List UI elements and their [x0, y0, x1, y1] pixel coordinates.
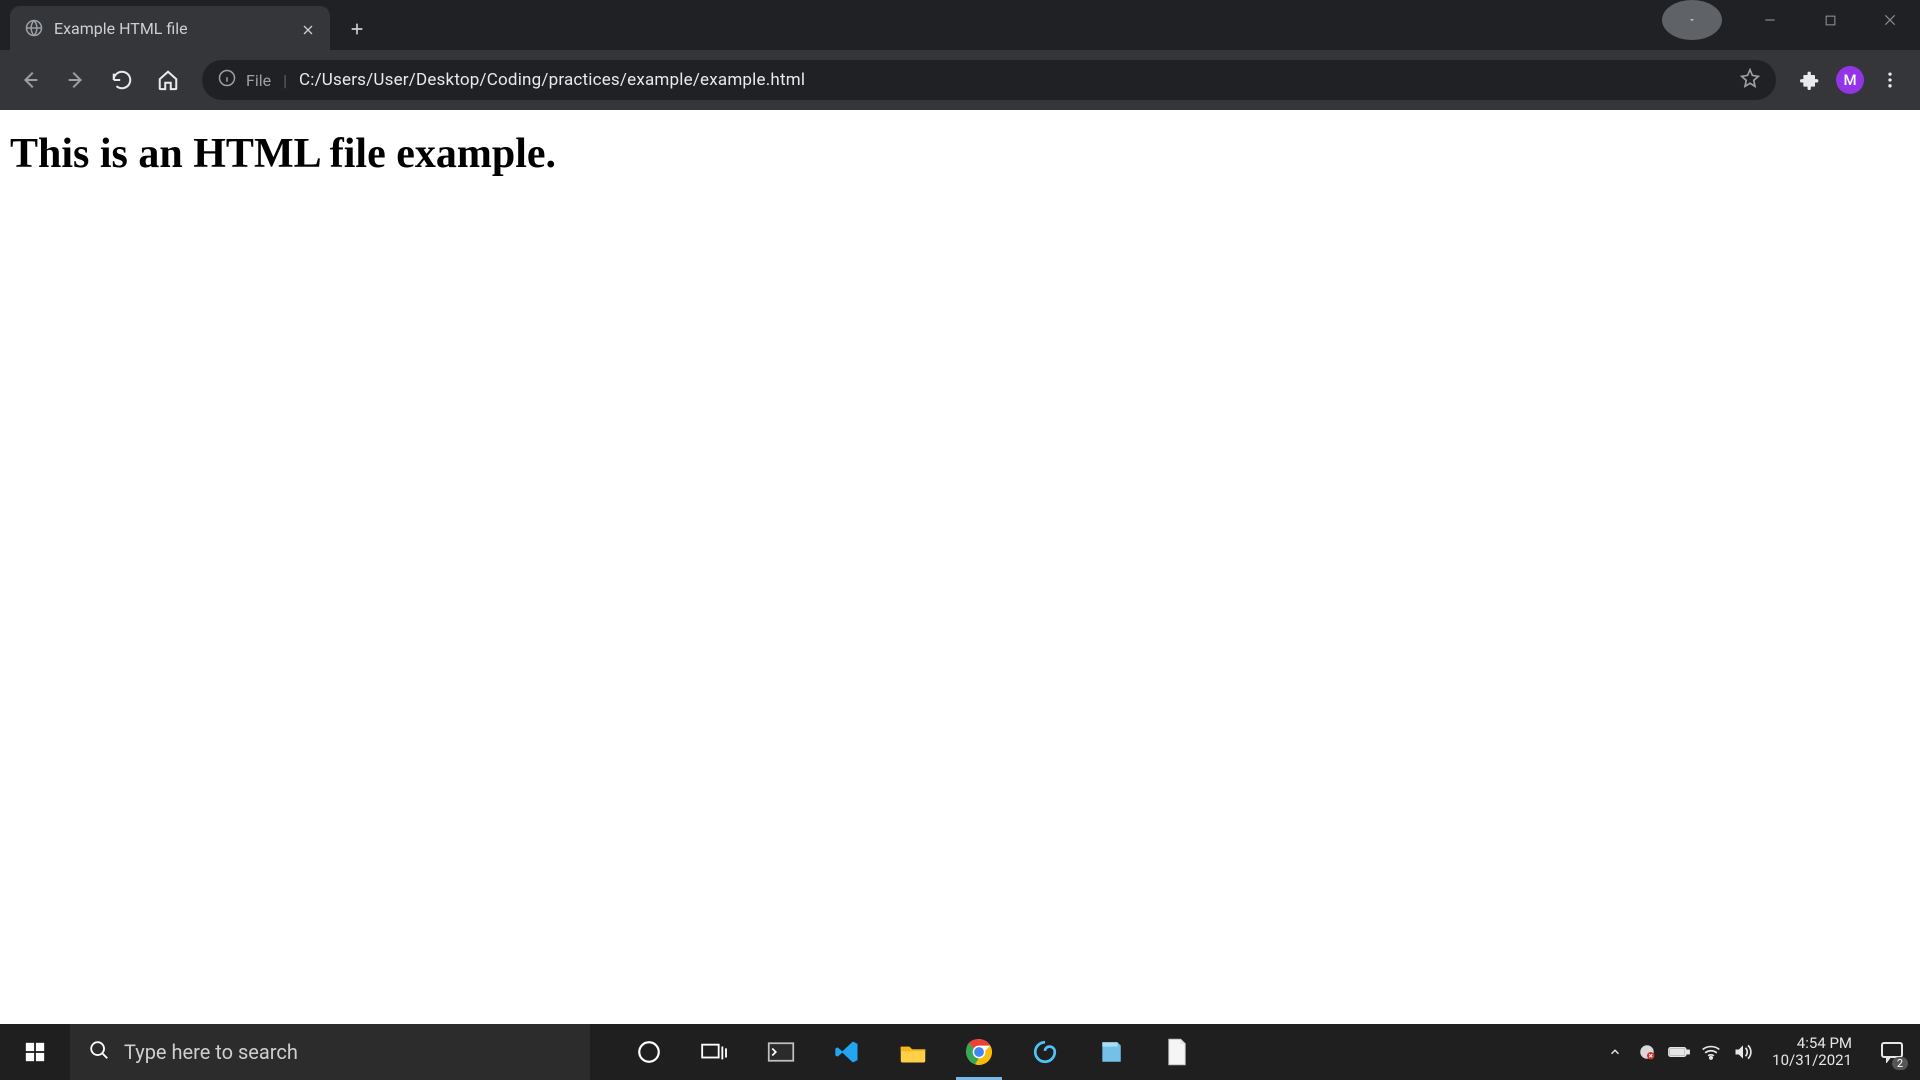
extensions-button[interactable]	[1790, 60, 1830, 100]
forward-button[interactable]	[56, 60, 96, 100]
search-icon	[88, 1039, 110, 1066]
tray-volume-icon[interactable]	[1732, 1041, 1754, 1063]
task-notes[interactable]	[1078, 1024, 1144, 1080]
back-button[interactable]	[10, 60, 50, 100]
task-file-explorer[interactable]	[880, 1024, 946, 1080]
new-tab-button[interactable]	[340, 12, 374, 46]
maximize-button[interactable]	[1800, 0, 1860, 40]
taskbar-search-placeholder: Type here to search	[124, 1040, 298, 1064]
toolbar: File | C:/Users/User/Desktop/Coding/prac…	[0, 50, 1920, 110]
url-scheme: File	[246, 71, 271, 90]
clock-time: 4:54 PM	[1797, 1035, 1852, 1052]
page-viewport: This is an HTML file example.	[0, 110, 1920, 1024]
taskbar-search[interactable]: Type here to search	[70, 1024, 590, 1080]
tray-battery-icon[interactable]	[1668, 1041, 1690, 1063]
close-tab-icon[interactable]	[302, 21, 316, 35]
action-center-button[interactable]: 2	[1870, 1024, 1914, 1080]
profile-avatar[interactable]: M	[1836, 66, 1864, 94]
close-window-button[interactable]	[1860, 0, 1920, 40]
windows-taskbar: Type here to search	[0, 1024, 1920, 1080]
url-separator: |	[283, 71, 287, 90]
system-tray: 4:54 PM 10/31/2021 2	[1604, 1024, 1920, 1080]
task-terminal[interactable]	[748, 1024, 814, 1080]
action-center-badge: 2	[1892, 1057, 1908, 1070]
site-info-icon[interactable]	[218, 69, 236, 91]
chrome-menu-button[interactable]	[1870, 60, 1910, 100]
globe-icon	[24, 18, 44, 38]
tray-chevron-icon[interactable]	[1604, 1041, 1626, 1063]
task-vscode[interactable]	[814, 1024, 880, 1080]
bookmark-star-icon[interactable]	[1740, 68, 1760, 92]
window-controls	[1662, 0, 1920, 40]
browser-tab[interactable]: Example HTML file	[10, 6, 330, 50]
address-bar[interactable]: File | C:/Users/User/Desktop/Coding/prac…	[202, 60, 1776, 100]
url-path: C:/Users/User/Desktop/Coding/practices/e…	[299, 70, 805, 90]
titlebar: Example HTML file	[0, 0, 1920, 50]
minimize-button[interactable]	[1740, 0, 1800, 40]
task-chrome[interactable]	[946, 1024, 1012, 1080]
tray-wifi-icon[interactable]	[1700, 1041, 1722, 1063]
browser-chrome: Example HTML file	[0, 0, 1920, 110]
task-app-swirl[interactable]	[1012, 1024, 1078, 1080]
reload-button[interactable]	[102, 60, 142, 100]
page-heading: This is an HTML file example.	[10, 130, 1910, 178]
taskbar-pinned-apps	[616, 1024, 1210, 1080]
tray-security-icon[interactable]	[1636, 1041, 1658, 1063]
start-button[interactable]	[0, 1024, 70, 1080]
home-button[interactable]	[148, 60, 188, 100]
avatar-initial: M	[1843, 71, 1856, 89]
account-indicator[interactable]	[1662, 0, 1722, 40]
clock-date: 10/31/2021	[1772, 1052, 1852, 1069]
task-cortana[interactable]	[616, 1024, 682, 1080]
task-document[interactable]	[1144, 1024, 1210, 1080]
task-task-view[interactable]	[682, 1024, 748, 1080]
tab-title: Example HTML file	[54, 19, 292, 38]
taskbar-clock[interactable]: 4:54 PM 10/31/2021	[1764, 1035, 1860, 1070]
tray-icons	[1604, 1041, 1754, 1063]
